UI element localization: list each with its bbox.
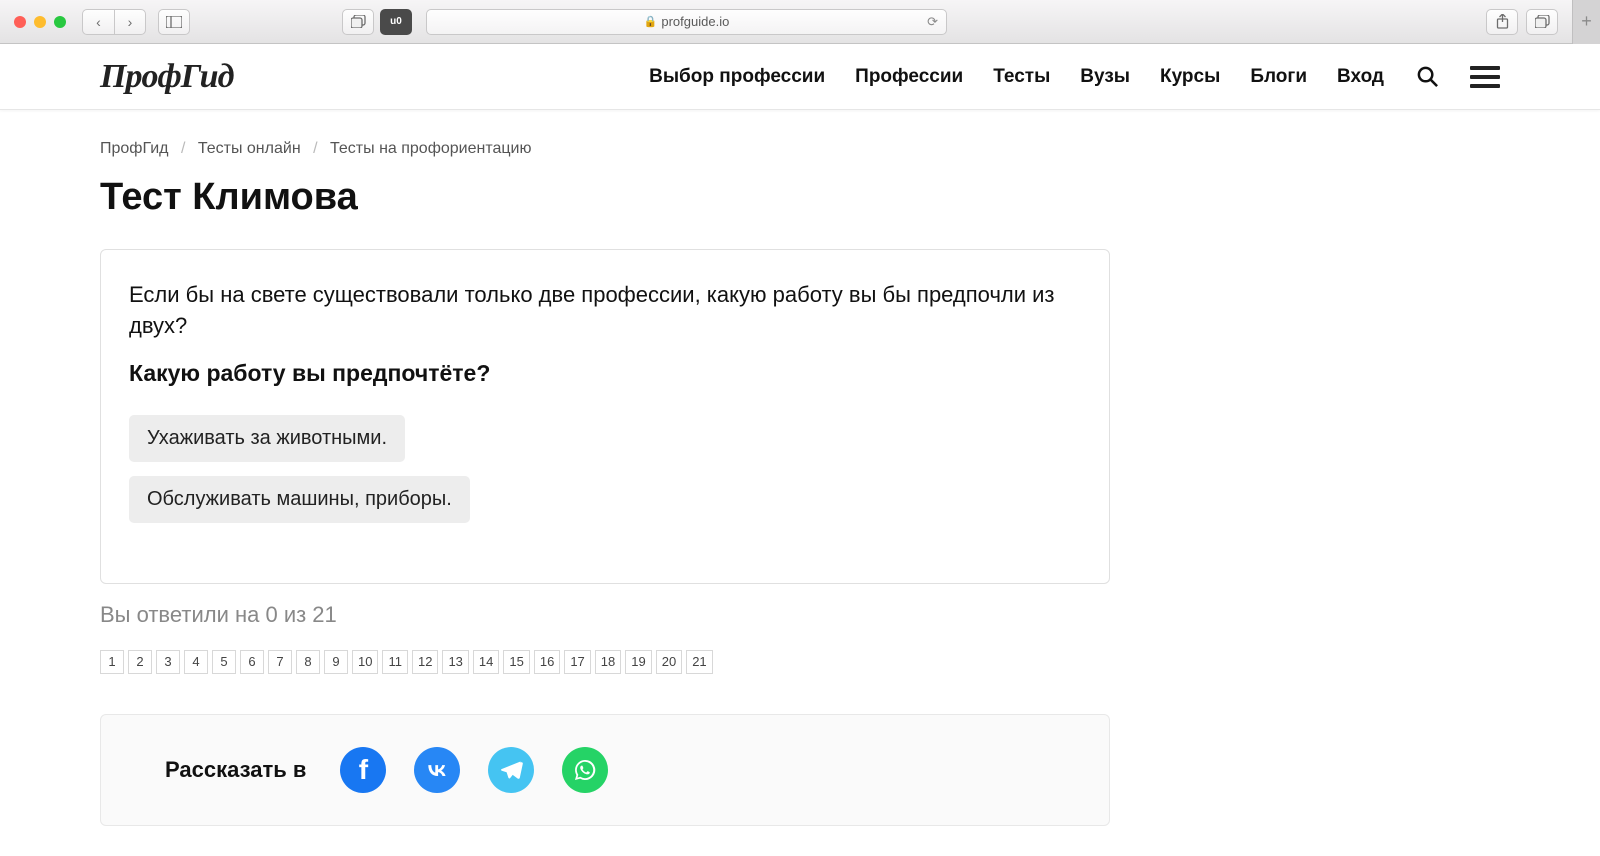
pager-item-17[interactable]: 17 [564, 650, 590, 674]
main-nav: Выбор профессии Профессии Тесты Вузы Кур… [649, 64, 1500, 90]
share-card: Рассказать в f [100, 714, 1110, 826]
back-button[interactable]: ‹ [82, 9, 114, 35]
sidebar-toggle-button[interactable] [158, 9, 190, 35]
window-controls [14, 16, 66, 28]
progress-text: Вы ответили на 0 из 21 [100, 602, 1300, 628]
pager-item-3[interactable]: 3 [156, 650, 180, 674]
pager-item-19[interactable]: 19 [625, 650, 651, 674]
nav-courses[interactable]: Курсы [1160, 66, 1220, 88]
adblock-extension-button[interactable]: u0 [380, 9, 412, 35]
pager-item-12[interactable]: 12 [412, 650, 438, 674]
pager-item-13[interactable]: 13 [442, 650, 468, 674]
breadcrumb-separator: / [181, 140, 185, 157]
pager-item-4[interactable]: 4 [184, 650, 208, 674]
breadcrumb-current[interactable]: Тесты на профориентацию [330, 140, 531, 157]
lock-icon: 🔒 [644, 15, 658, 28]
nav-login[interactable]: Вход [1337, 66, 1384, 88]
breadcrumb: ПрофГид / Тесты онлайн / Тесты на профор… [100, 140, 1300, 158]
maximize-window-icon[interactable] [54, 16, 66, 28]
site-logo[interactable]: ПрофГид [100, 58, 233, 96]
pager-item-6[interactable]: 6 [240, 650, 264, 674]
nav-professions[interactable]: Профессии [855, 66, 963, 88]
pager-item-16[interactable]: 16 [534, 650, 560, 674]
question-card: Если бы на свете существовали только две… [100, 249, 1110, 584]
pager-item-9[interactable]: 9 [324, 650, 348, 674]
nav-buttons: ‹ › [82, 9, 146, 35]
pager-item-21[interactable]: 21 [686, 650, 712, 674]
pager-item-18[interactable]: 18 [595, 650, 621, 674]
pager-item-7[interactable]: 7 [268, 650, 292, 674]
main-content: ПрофГид / Тесты онлайн / Тесты на профор… [0, 110, 1400, 856]
answer-option-1[interactable]: Ухаживать за животными. [129, 415, 405, 462]
nav-career-choice[interactable]: Выбор профессии [649, 66, 825, 88]
share-facebook-icon[interactable]: f [340, 747, 386, 793]
share-whatsapp-icon[interactable] [562, 747, 608, 793]
nav-tests[interactable]: Тесты [993, 66, 1050, 88]
breadcrumb-tests[interactable]: Тесты онлайн [198, 140, 301, 157]
new-tab-button[interactable]: + [1572, 0, 1600, 44]
close-window-icon[interactable] [14, 16, 26, 28]
address-bar[interactable]: 🔒 profguide.io ⟳ [426, 9, 947, 35]
url-host: profguide.io [661, 14, 729, 29]
share-telegram-icon[interactable] [488, 747, 534, 793]
nav-blogs[interactable]: Блоги [1250, 66, 1307, 88]
question-intro: Если бы на свете существовали только две… [129, 280, 1081, 342]
pager-item-5[interactable]: 5 [212, 650, 236, 674]
page-title: Тест Климова [100, 176, 1300, 219]
pager-item-8[interactable]: 8 [296, 650, 320, 674]
pager-item-20[interactable]: 20 [656, 650, 682, 674]
search-icon[interactable] [1414, 64, 1440, 90]
breadcrumb-home[interactable]: ПрофГид [100, 140, 169, 157]
share-button[interactable] [1486, 9, 1518, 35]
hamburger-menu-icon[interactable] [1470, 66, 1500, 88]
reload-icon[interactable]: ⟳ [927, 14, 938, 30]
forward-button[interactable]: › [114, 9, 146, 35]
question-pager: 123456789101112131415161718192021 [100, 650, 1300, 674]
pager-item-15[interactable]: 15 [503, 650, 529, 674]
pager-item-11[interactable]: 11 [382, 650, 408, 674]
site-header: ПрофГид Выбор профессии Профессии Тесты … [0, 44, 1600, 110]
browser-chrome: ‹ › u0 🔒 profguide.io ⟳ + [0, 0, 1600, 44]
breadcrumb-separator: / [313, 140, 317, 157]
pager-item-1[interactable]: 1 [100, 650, 124, 674]
nav-universities[interactable]: Вузы [1080, 66, 1130, 88]
pager-item-10[interactable]: 10 [352, 650, 378, 674]
pager-item-2[interactable]: 2 [128, 650, 152, 674]
question-prompt: Какую работу вы предпочтёте? [129, 360, 1081, 387]
share-label: Рассказать в [165, 757, 306, 783]
tabs-button[interactable] [1526, 9, 1558, 35]
share-vk-icon[interactable] [414, 747, 460, 793]
pager-item-14[interactable]: 14 [473, 650, 499, 674]
answer-option-2[interactable]: Обслуживать машины, приборы. [129, 476, 470, 523]
tab-overview-button[interactable] [342, 9, 374, 35]
minimize-window-icon[interactable] [34, 16, 46, 28]
